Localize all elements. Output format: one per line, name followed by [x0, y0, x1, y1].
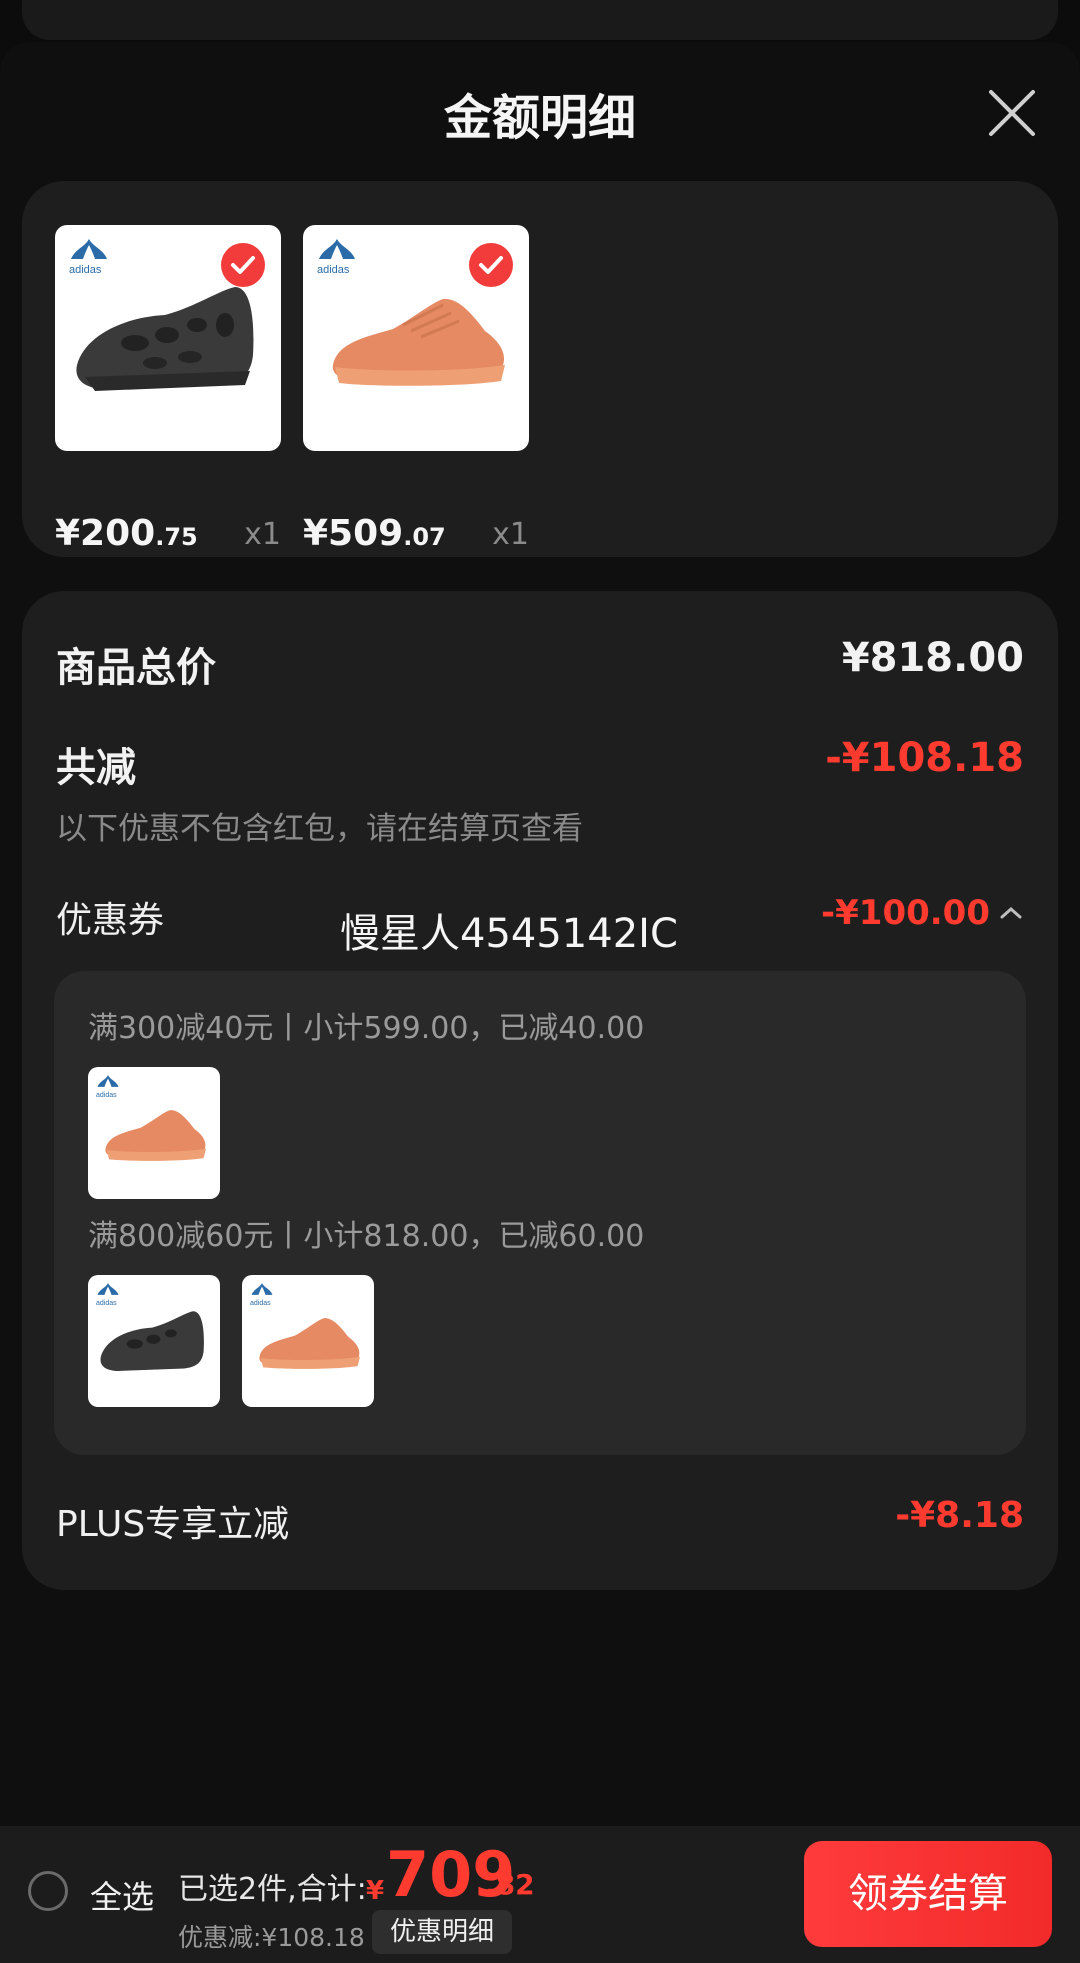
coupon-detail-panel: 满300减40元丨小计599.00，已减40.00 adidas 满800减60…: [54, 971, 1026, 1455]
checkout-bar: 全选 已选2件,合计: ¥ 709 .82 优惠减:¥108.18 优惠明细 领…: [0, 1826, 1080, 1963]
product-image: adidas: [303, 225, 529, 451]
product-price: ¥509.07: [303, 513, 446, 554]
plus-discount-value: -¥8.18: [895, 1495, 1024, 1536]
reduce-value: -¥108.18: [825, 735, 1024, 781]
reduce-label: 共减: [56, 745, 136, 791]
discount-summary: 优惠减:¥108.18: [178, 1923, 365, 1952]
tier-product-thumb: adidas: [242, 1275, 374, 1407]
discount-detail-button[interactable]: 优惠明细: [372, 1910, 512, 1954]
product-qty: x1: [244, 517, 281, 552]
checked-icon[interactable]: [221, 243, 265, 287]
reduce-note: 以下优惠不包含红包，请在结算页查看: [56, 811, 583, 847]
select-all-label[interactable]: 全选: [90, 1872, 154, 1918]
product-item[interactable]: adidas ¥200.75 x1: [55, 225, 281, 554]
price-summary-card: 商品总价 ¥818.00 共减 -¥108.18 以下优惠不包含红包，请在结算页…: [22, 591, 1058, 1590]
plus-discount-row: PLUS专享立减 -¥8.18: [56, 1495, 1024, 1549]
checked-icon[interactable]: [469, 243, 513, 287]
selected-products-card: adidas ¥200.75 x1 adidas ¥509.07 x1: [22, 181, 1058, 557]
coupon-row[interactable]: 优惠券 慢星人4545142IC -¥100.00: [56, 891, 1024, 957]
coupon-tier-1: 满300减40元丨小计599.00，已减40.00: [88, 1011, 645, 1046]
total-price-value: ¥818.00: [841, 635, 1024, 681]
coupon-value: -¥100.00: [821, 893, 990, 933]
coupon-label: 优惠券: [56, 900, 165, 941]
coupon-name: 慢星人4545142IC: [340, 911, 678, 957]
product-qty: x1: [492, 517, 529, 552]
tier-product-thumb: adidas: [88, 1067, 220, 1199]
selected-summary-label: 已选2件,合计:: [178, 1872, 367, 1907]
reduce-row: 共减 -¥108.18: [56, 735, 1024, 791]
select-all-radio[interactable]: [28, 1871, 68, 1911]
sheet-title: 金额明细: [443, 90, 636, 146]
coupon-tier-2: 满800减60元丨小计818.00，已减60.00: [88, 1219, 645, 1254]
tier-product-thumb: adidas: [88, 1275, 220, 1407]
plus-discount-label: PLUS专享立减: [56, 1504, 290, 1545]
underlying-card-edge: [22, 0, 1058, 40]
total-price-row: 商品总价 ¥818.00: [56, 635, 1024, 691]
checkout-button[interactable]: 领券结算: [804, 1841, 1052, 1947]
total-price-label: 商品总价: [56, 645, 216, 691]
product-item[interactable]: adidas ¥509.07 x1: [303, 225, 529, 554]
total-currency: ¥: [366, 1876, 385, 1906]
close-icon: [989, 90, 1035, 136]
close-button[interactable]: [985, 86, 1039, 140]
product-image: adidas: [55, 225, 281, 451]
total-amount-cents: .82: [485, 1868, 535, 1901]
product-price: ¥200.75: [55, 513, 198, 554]
chevron-up-icon[interactable]: [998, 903, 1024, 923]
